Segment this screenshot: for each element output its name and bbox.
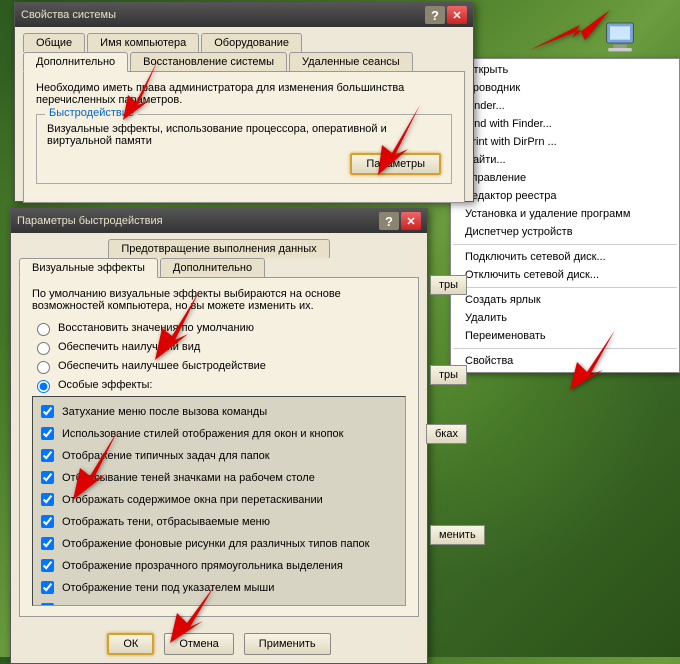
tab-dep[interactable]: Предотвращение выполнения данных: [108, 239, 329, 258]
check-label: Отбрасывание теней значками на рабочем с…: [62, 472, 315, 484]
radio-label: Особые эффекты:: [58, 379, 152, 391]
group-text: Визуальные эффекты, использование процес…: [47, 123, 441, 147]
checkbox-input[interactable]: [41, 581, 54, 594]
radio-option[interactable]: Обеспечить наилучший вид: [32, 339, 406, 355]
check-option[interactable]: Отображение прозрачного прямоугольника в…: [37, 556, 401, 575]
check-label: Отображение тени под указателем мыши: [62, 582, 274, 594]
window-title: Параметры быстродействия: [17, 215, 163, 227]
checkbox-input[interactable]: [41, 493, 54, 506]
ctx-управление[interactable]: Управление: [451, 169, 679, 187]
check-label: Использование стилей отображения для око…: [62, 428, 343, 440]
intro-text: По умолчанию визуальные эффекты выбирают…: [32, 288, 406, 312]
help-button[interactable]: ?: [425, 6, 445, 24]
ctx-свойства[interactable]: Свойства: [451, 352, 679, 370]
tab-общие[interactable]: Общие: [23, 33, 85, 52]
parameters-button[interactable]: Параметры: [350, 153, 441, 175]
radio-input[interactable]: [37, 380, 50, 393]
radio-label: Обеспечить наилучший вид: [58, 341, 200, 353]
effects-checklist[interactable]: Затухание меню после вызова команды Испол…: [32, 396, 406, 606]
checkbox-input[interactable]: [41, 405, 54, 418]
tab-удаленные-сеансы[interactable]: Удаленные сеансы: [289, 52, 413, 71]
ctx-найти-[interactable]: Найти...: [451, 151, 679, 169]
apply-button[interactable]: Применить: [244, 633, 331, 655]
cancel-button[interactable]: Отмена: [164, 633, 233, 655]
radio-option[interactable]: Обеспечить наилучшее быстродействие: [32, 358, 406, 374]
ctx-установка-и-удаление-программ[interactable]: Установка и удаление программ: [451, 205, 679, 223]
tab-визуальные-эффекты[interactable]: Визуальные эффекты: [19, 258, 158, 278]
ctx-подключить-сетевой-диск-[interactable]: Подключить сетевой диск...: [451, 248, 679, 266]
check-option[interactable]: Затухание меню после вызова команды: [37, 402, 401, 421]
check-label: Отображать содержимое окна при перетаски…: [62, 494, 323, 506]
check-label: Затухание меню после вызова команды: [62, 406, 267, 418]
intro-text: Необходимо иметь права администратора дл…: [36, 82, 452, 106]
tab-восстановление-системы[interactable]: Восстановление системы: [130, 52, 287, 71]
group-legend: Быстродействие: [45, 107, 138, 119]
help-button[interactable]: ?: [379, 212, 399, 230]
check-label: Отображение фоновые рисунки для различны…: [62, 538, 369, 550]
system-properties-window: Свойства системы ? ✕ ОбщиеИмя компьютера…: [14, 2, 474, 202]
performance-options-window: Параметры быстродействия ? ✕ Предотвраще…: [10, 208, 428, 664]
close-button[interactable]: ✕: [447, 6, 467, 24]
titlebar[interactable]: Параметры быстродействия ? ✕: [11, 209, 427, 233]
check-option[interactable]: Отбрасывание теней значками на рабочем с…: [37, 468, 401, 487]
checkbox-input[interactable]: [41, 471, 54, 484]
check-option[interactable]: Отображение фоновые рисунки для различны…: [37, 534, 401, 553]
ctx-открыть[interactable]: Открыть: [451, 61, 679, 79]
ctx-print-with-dirprn-[interactable]: Print with DirPrn ...: [451, 133, 679, 151]
radio-input[interactable]: [37, 342, 50, 355]
titlebar[interactable]: Свойства системы ? ✕: [15, 3, 473, 27]
tab-дополнительно[interactable]: Дополнительно: [160, 258, 265, 277]
context-menu: ОткрытьПроводникFinder...Find with Finde…: [450, 58, 680, 373]
check-option[interactable]: Отображение типичных задач для папок: [37, 446, 401, 465]
check-label: Отображение типичных задач для папок: [62, 450, 270, 462]
check-label: Отображение прозрачного прямоугольника в…: [62, 560, 343, 572]
ctx-удалить[interactable]: Удалить: [451, 309, 679, 327]
check-option[interactable]: Отображать содержимое окна при перетаски…: [37, 490, 401, 509]
check-option[interactable]: Сглаживать неровности экранных шрифтов: [37, 600, 401, 606]
ctx-find-with-finder-[interactable]: Find with Finder...: [451, 115, 679, 133]
checkbox-input[interactable]: [41, 559, 54, 572]
radio-option[interactable]: Особые эффекты:: [32, 377, 406, 393]
hidden-button[interactable]: тры: [430, 275, 467, 295]
tab-дополнительно[interactable]: Дополнительно: [23, 52, 128, 72]
ctx-переименовать[interactable]: Переименовать: [451, 327, 679, 345]
ctx-диспетчер-устройств[interactable]: Диспетчер устройств: [451, 223, 679, 241]
check-label: Сглаживать неровности экранных шрифтов: [62, 604, 285, 607]
radio-label: Восстановить значения по умолчанию: [58, 322, 254, 334]
hidden-button[interactable]: тры: [430, 365, 467, 385]
checkbox-input[interactable]: [41, 537, 54, 550]
check-label: Отображать тени, отбрасываемые меню: [62, 516, 270, 528]
radio-option[interactable]: Восстановить значения по умолчанию: [32, 320, 406, 336]
ctx-finder-[interactable]: Finder...: [451, 97, 679, 115]
checkbox-input[interactable]: [41, 603, 54, 606]
radio-input[interactable]: [37, 323, 50, 336]
ok-button[interactable]: ОК: [107, 633, 154, 655]
check-option[interactable]: Использование стилей отображения для око…: [37, 424, 401, 443]
tab-имя-компьютера[interactable]: Имя компьютера: [87, 33, 199, 52]
performance-group: Быстродействие Визуальные эффекты, испол…: [36, 114, 452, 184]
hidden-button[interactable]: менить: [430, 525, 485, 545]
window-title: Свойства системы: [21, 9, 116, 21]
radio-input[interactable]: [37, 361, 50, 374]
ctx-проводник[interactable]: Проводник: [451, 79, 679, 97]
ctx-отключить-сетевой-диск-[interactable]: Отключить сетевой диск...: [451, 266, 679, 284]
check-option[interactable]: Отображение тени под указателем мыши: [37, 578, 401, 597]
check-option[interactable]: Отображать тени, отбрасываемые меню: [37, 512, 401, 531]
checkbox-input[interactable]: [41, 427, 54, 440]
checkbox-input[interactable]: [41, 449, 54, 462]
ctx-редактор-реестра[interactable]: Редактор реестра: [451, 187, 679, 205]
close-button[interactable]: ✕: [401, 212, 421, 230]
tab-оборудование[interactable]: Оборудование: [201, 33, 302, 52]
checkbox-input[interactable]: [41, 515, 54, 528]
hidden-button[interactable]: бках: [426, 424, 467, 444]
ctx-создать-ярлык[interactable]: Создать ярлык: [451, 291, 679, 309]
radio-label: Обеспечить наилучшее быстродействие: [58, 360, 266, 372]
